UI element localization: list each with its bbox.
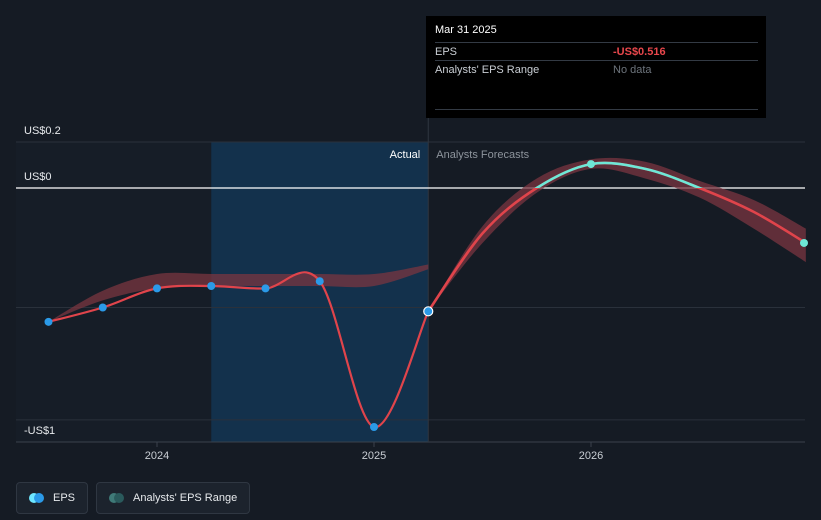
tooltip-date: Mar 31 2025	[435, 24, 497, 36]
legend-range-button[interactable]: Analysts' EPS Range	[96, 482, 251, 514]
eps-point	[261, 284, 270, 293]
legend-range-label: Analysts' EPS Range	[133, 492, 238, 504]
x-tick-label: 2025	[362, 450, 386, 462]
data-tooltip: Mar 31 2025 EPS -US$0.516 Analysts' EPS …	[426, 16, 766, 118]
tooltip-eps-label: EPS	[435, 45, 458, 58]
eps-point	[44, 317, 53, 326]
tooltip-divider	[435, 109, 758, 110]
eps-forecast-point-end	[800, 238, 808, 247]
chart-legend: EPS Analysts' EPS Range	[16, 482, 251, 514]
eps-forecast-point	[587, 160, 595, 169]
eps-point	[153, 284, 161, 293]
legend-eps-button[interactable]: EPS	[16, 482, 89, 514]
eps-legend-icon	[29, 493, 45, 503]
eps-range-band-forecast	[428, 157, 806, 312]
y-tick-label-top: US$0.2	[24, 125, 61, 137]
range-legend-icon	[109, 493, 125, 503]
y-tick-label-zero: US$0	[24, 171, 52, 183]
tooltip-eps-row: EPS -US$0.516	[435, 42, 758, 60]
actual-label: Actual	[390, 149, 421, 161]
analysts-forecasts-label: Analysts Forecasts	[436, 149, 529, 161]
legend-eps-label: EPS	[53, 492, 76, 504]
tooltip-eps-value: -US$0.516	[613, 45, 666, 58]
tooltip-range-label: Analysts' EPS Range	[435, 63, 540, 76]
y-tick-label-bottom: -US$1	[24, 425, 55, 437]
x-tick-labels: 2024 2025 2026	[145, 442, 603, 462]
eps-point	[423, 306, 434, 317]
eps-point	[98, 303, 107, 312]
tooltip-range-row: Analysts' EPS Range No data	[435, 60, 758, 78]
x-tick-label: 2024	[145, 450, 169, 462]
tooltip-range-value: No data	[613, 63, 652, 76]
eps-point	[207, 281, 216, 290]
x-tick-label: 2026	[579, 450, 603, 462]
actual-period-highlight	[211, 142, 429, 442]
eps-point	[370, 423, 378, 431]
eps-point	[315, 277, 324, 286]
